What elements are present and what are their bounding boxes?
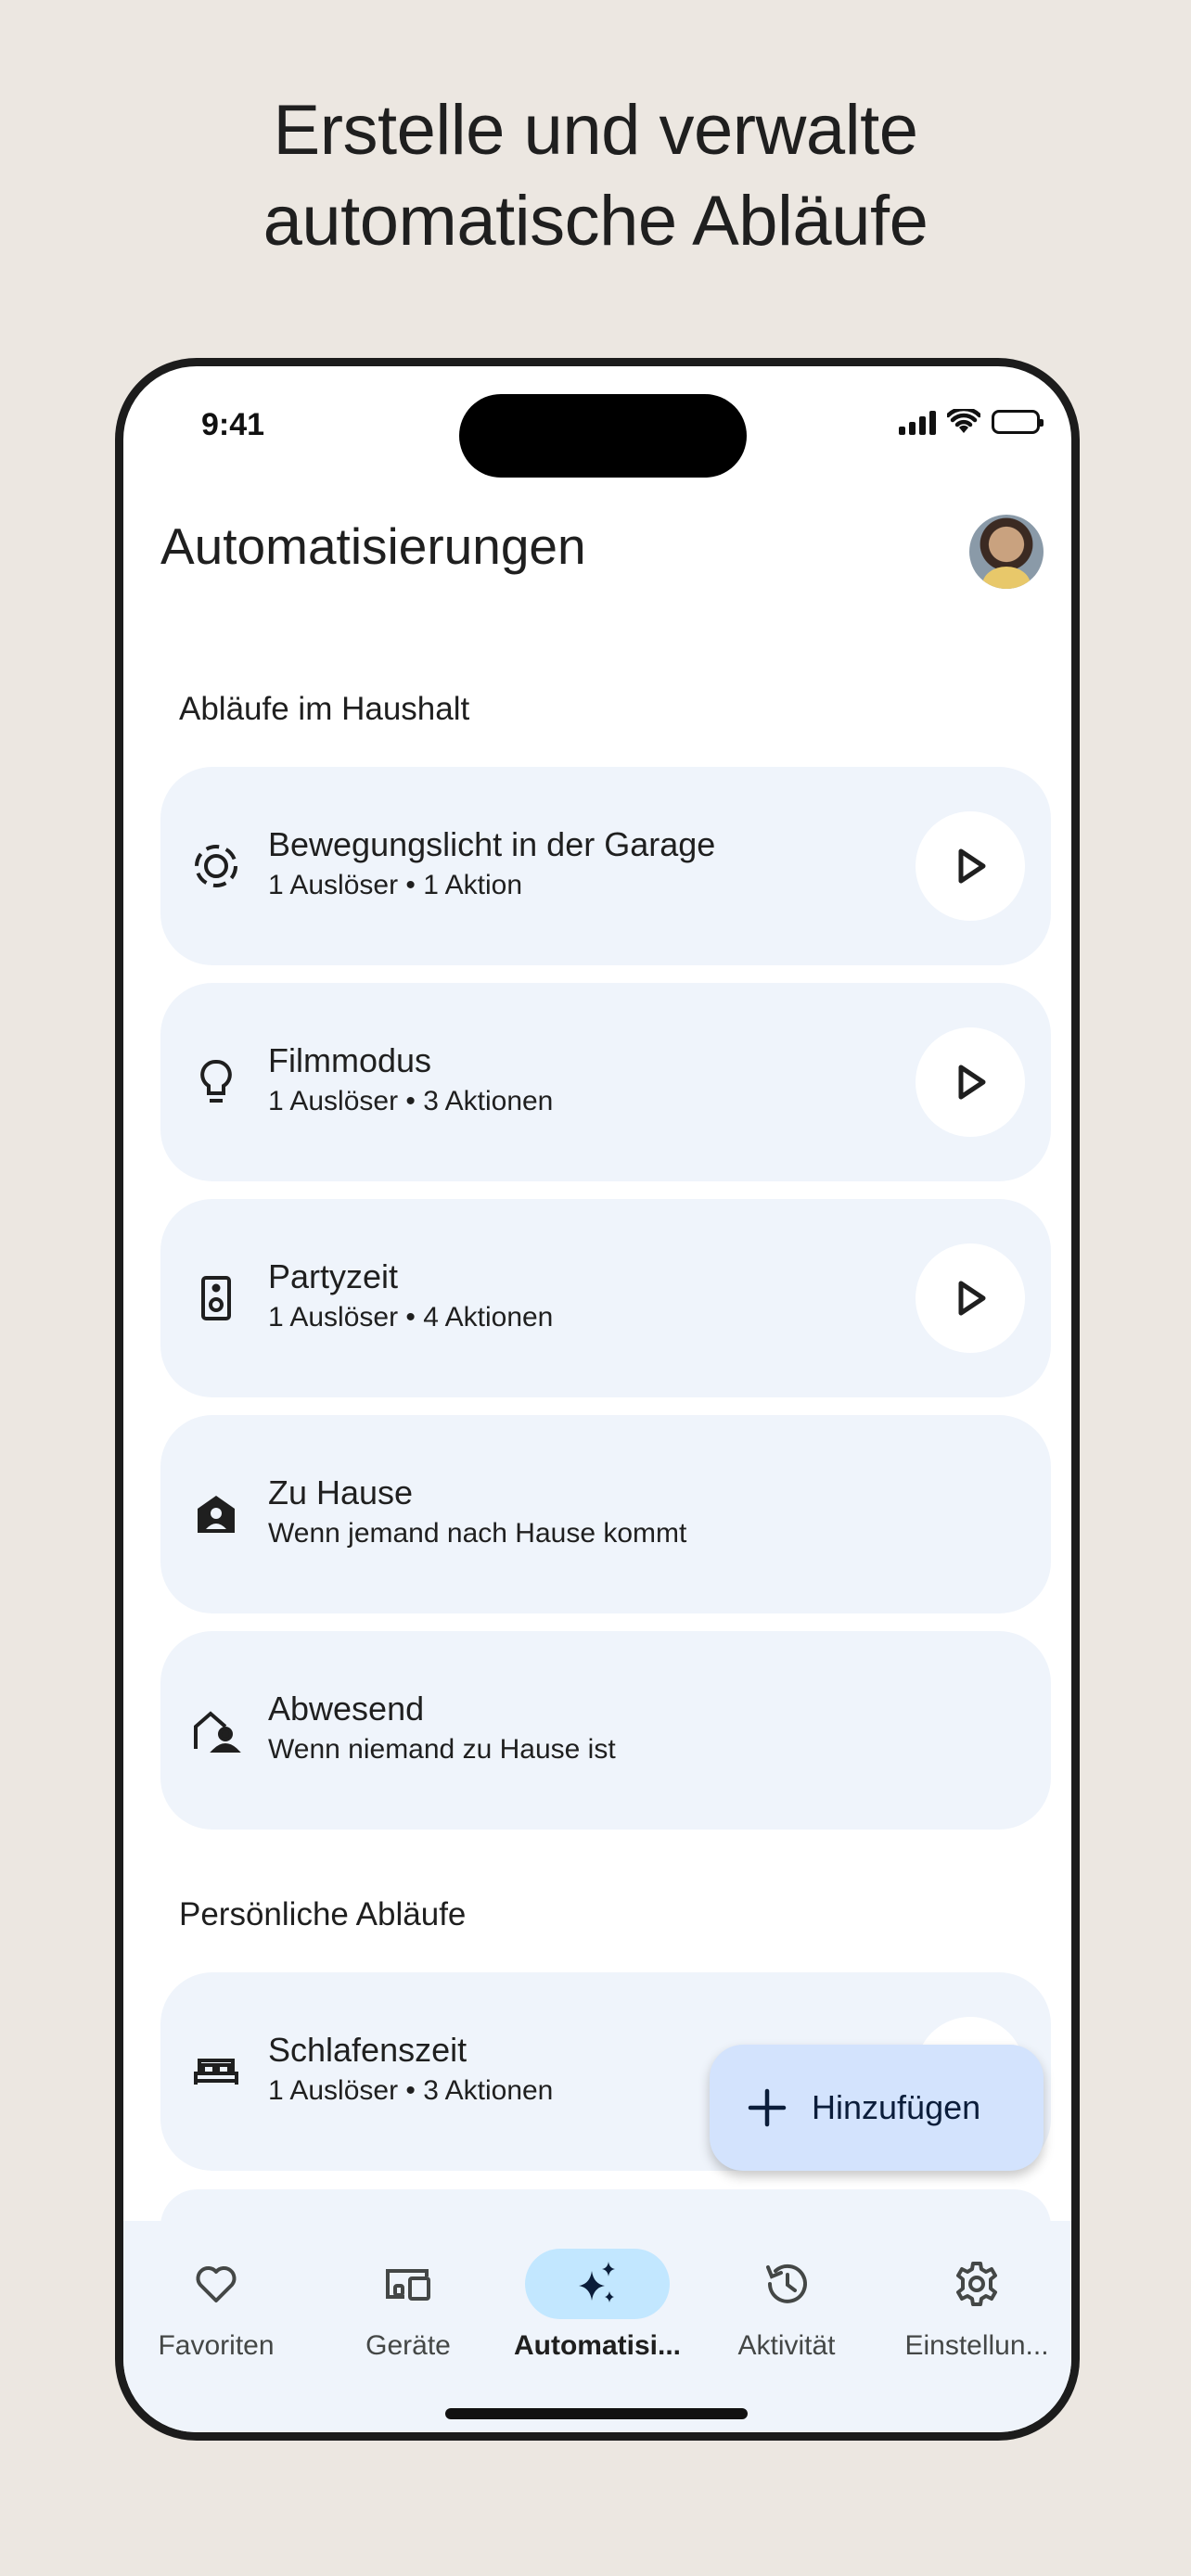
routine-card-movie-mode[interactable]: Filmmodus 1 Auslöser • 3 Aktionen [160,983,1051,1181]
bottom-navigation: Favoriten Geräte Automatisi... Aktivität… [123,2221,1071,2432]
motion-sensor-icon [188,838,244,894]
play-button[interactable] [916,1243,1025,1353]
home-indicator [445,2408,748,2419]
routine-name: Zu Hause [268,1473,414,1511]
nav-label: Geräte [365,2330,451,2361]
away-person-icon [188,1702,244,1758]
routine-summary: 1 Auslöser • 3 Aktionen [268,1086,554,1116]
routine-name: Partyzeit [268,1257,399,1295]
lightbulb-icon [188,1054,244,1110]
nav-item-automations[interactable]: Automatisi... [505,2249,690,2362]
status-icons [899,409,1044,435]
page-title: Automatisierungen [160,517,586,575]
routine-name: Abwesend [268,1690,425,1728]
routine-summary: 1 Auslöser • 1 Aktion [268,870,522,900]
gear-icon [956,2262,997,2306]
routine-card-at-home[interactable]: Zu Hause Wenn jemand nach Hause kommt [160,1415,1051,1613]
phone-frame: 9:41 Automatisierungen Abläufe im Hausha… [115,358,1080,2441]
battery-icon [992,410,1044,434]
devices-icon [386,2269,430,2301]
dynamic-island [459,394,747,478]
routine-summary: 1 Auslöser • 3 Aktionen [268,2075,554,2106]
section-title-household: Abläufe im Haushalt [179,691,470,727]
plus-icon [748,2088,787,2127]
nav-item-activity[interactable]: Aktivität [694,2249,879,2362]
headline-line-1: Erstelle und verwalte [273,91,918,170]
speaker-icon [188,1270,244,1326]
nav-label: Automatisi... [513,2330,681,2361]
play-icon [958,1281,986,1316]
bed-icon [188,2044,244,2099]
play-icon [958,848,986,884]
routine-card-garage-light[interactable]: Bewegungslicht in der Garage 1 Auslöser … [160,767,1051,965]
play-icon [958,1065,986,1100]
sparkle-icon [579,2262,615,2302]
heart-icon [196,2266,237,2302]
routine-card-away[interactable]: Abwesend Wenn niemand zu Hause ist [160,1631,1051,1830]
nav-item-favorites[interactable]: Favoriten [123,2249,309,2362]
routine-summary: 1 Auslöser • 4 Aktionen [268,1302,554,1333]
routine-name: Schlafenszeit [268,2031,467,2069]
marketing-headline: Erstelle und verwalte automatische Abläu… [0,85,1191,267]
home-person-icon [188,1486,244,1542]
routine-card-party-time[interactable]: Partyzeit 1 Auslöser • 4 Aktionen [160,1199,1051,1397]
routine-name: Bewegungslicht in der Garage [268,825,716,863]
nav-item-settings[interactable]: Einstellun... [884,2249,1069,2362]
play-button[interactable] [916,811,1025,921]
section-title-personal: Persönliche Abläufe [179,1896,467,1932]
wifi-icon [947,409,980,433]
play-button[interactable] [916,1027,1025,1137]
cellular-signal-icon [899,409,936,435]
nav-label: Aktivität [737,2330,836,2361]
nav-label: Favoriten [158,2330,275,2361]
nav-label: Einstellun... [904,2330,1049,2361]
routine-name: Filmmodus [268,1041,432,1079]
headline-line-2: automatische Abläufe [263,182,928,261]
nav-item-devices[interactable]: Geräte [315,2249,501,2362]
history-icon [766,2264,807,2303]
routine-summary: Wenn jemand nach Hause kommt [268,1518,687,1549]
status-time: 9:41 [201,407,265,442]
add-routine-button[interactable]: Hinzufügen [710,2045,1044,2171]
add-routine-label: Hinzufügen [812,2088,981,2126]
routine-summary: Wenn niemand zu Hause ist [268,1734,616,1765]
avatar[interactable] [969,515,1044,589]
